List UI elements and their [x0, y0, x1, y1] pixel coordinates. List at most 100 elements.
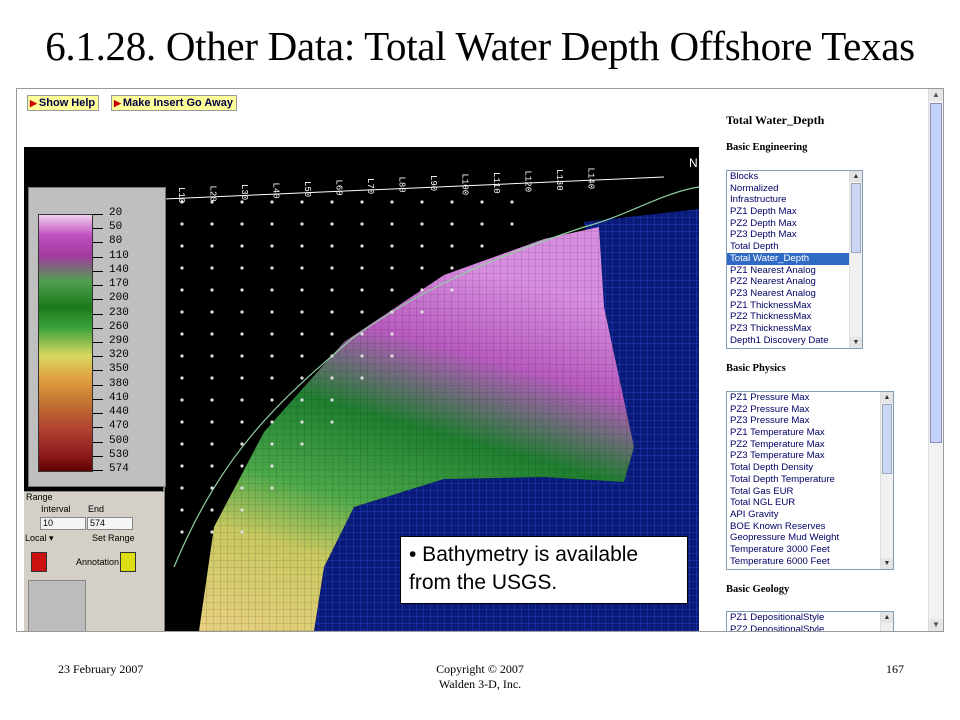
- set-range-button[interactable]: Set Range: [92, 533, 135, 543]
- scroll-thumb[interactable]: [851, 183, 861, 253]
- list-item[interactable]: PZ3 Nearest Analog: [727, 288, 849, 300]
- well-marker: [450, 200, 454, 204]
- list-item[interactable]: PZ2 DepositionalStyle: [727, 624, 880, 631]
- well-marker: [240, 464, 244, 468]
- show-help-button[interactable]: ▶ Show Help: [27, 95, 100, 111]
- list-item[interactable]: Temperature 3000 Feet: [727, 544, 880, 556]
- well-marker: [300, 354, 304, 358]
- well-marker: [240, 398, 244, 402]
- list-item[interactable]: Total Water_Depth: [727, 252, 849, 265]
- basic-geology-list[interactable]: PZ1 DepositionalStyle PZ2 DepositionalSty…: [726, 611, 894, 631]
- legend-label: 530: [109, 448, 129, 461]
- list-item[interactable]: PZ3 Pressure Max: [727, 415, 880, 427]
- well-marker: [300, 398, 304, 402]
- list-item[interactable]: PZ2 Pressure Max: [727, 404, 880, 416]
- scroll-down-icon[interactable]: ▼: [881, 558, 893, 569]
- well-marker: [330, 200, 334, 204]
- legend-label: 500: [109, 434, 129, 447]
- basic-engineering-heading: Basic Engineering: [726, 142, 808, 153]
- basic-physics-heading: Basic Physics: [726, 363, 786, 374]
- well-marker: [270, 420, 274, 424]
- list-item[interactable]: Total NGL EUR: [727, 497, 880, 509]
- list-item[interactable]: Total Depth Temperature: [727, 474, 880, 486]
- local-dropdown[interactable]: Local ▾: [25, 533, 54, 544]
- interval-input[interactable]: 10: [40, 517, 86, 530]
- list-item[interactable]: Infrastructure: [727, 194, 849, 206]
- list-item[interactable]: PZ3 Temperature Max: [727, 450, 880, 462]
- list-item[interactable]: Geopressure Mud Weight: [727, 532, 880, 544]
- column-label: L50: [302, 181, 312, 197]
- bathymetry-note: • Bathymetry is available from the USGS.: [400, 536, 688, 604]
- well-marker: [240, 376, 244, 380]
- well-marker: [510, 200, 514, 204]
- list-item[interactable]: PZ1 Pressure Max: [727, 392, 880, 404]
- end-input[interactable]: 574: [87, 517, 133, 530]
- list-item[interactable]: PZ3 ThicknessMax: [727, 323, 849, 335]
- scroll-up-icon[interactable]: ▲: [850, 171, 862, 182]
- well-marker: [240, 244, 244, 248]
- list-item[interactable]: PZ2 Nearest Analog: [727, 276, 849, 288]
- list-item[interactable]: PZ2 Temperature Max: [727, 439, 880, 451]
- list-item[interactable]: Total Depth Density: [727, 462, 880, 474]
- well-marker: [330, 222, 334, 226]
- scroll-up-icon[interactable]: ▲: [881, 392, 893, 403]
- make-insert-go-away-button[interactable]: ▶ Make Insert Go Away: [111, 95, 237, 111]
- window-scrollbar[interactable]: ▲ ▼: [928, 89, 943, 631]
- scroll-up-icon[interactable]: ▲: [881, 612, 893, 623]
- legend-tick: [93, 285, 103, 287]
- column-label: L90: [428, 175, 438, 191]
- column-label: L80: [397, 177, 407, 193]
- well-marker: [360, 332, 364, 336]
- list-item[interactable]: PZ2 ThicknessMax: [727, 311, 849, 323]
- local-color-swatch[interactable]: [31, 552, 47, 572]
- legend-tick: [93, 370, 103, 372]
- scroll-down-icon[interactable]: ▼: [850, 337, 862, 348]
- well-marker: [420, 200, 424, 204]
- list-item[interactable]: Normalized: [727, 183, 849, 195]
- list-item[interactable]: PZ1 ThicknessMax: [727, 300, 849, 312]
- list-item[interactable]: BOE Known Reserves: [727, 521, 880, 533]
- list-item[interactable]: API Gravity: [727, 509, 880, 521]
- scroll-thumb[interactable]: [930, 103, 942, 443]
- list-item[interactable]: Depth1 Discovery Date: [727, 335, 849, 347]
- well-marker: [300, 222, 304, 226]
- well-marker: [210, 486, 214, 490]
- list-item[interactable]: PZ3 Depth Max: [727, 229, 849, 241]
- well-marker: [300, 200, 304, 204]
- well-marker: [270, 354, 274, 358]
- scroll-up-icon[interactable]: ▲: [929, 89, 943, 101]
- scroll-down-icon[interactable]: ▼: [929, 619, 943, 631]
- well-marker: [330, 376, 334, 380]
- column-label: L140: [586, 168, 596, 190]
- well-marker: [210, 266, 214, 270]
- legend-label: 410: [109, 391, 129, 404]
- column-label: L120: [523, 171, 533, 193]
- list-item[interactable]: Temperature 6000 Feet: [727, 556, 880, 568]
- legend-tick: [93, 427, 103, 429]
- well-marker: [240, 486, 244, 490]
- basic-physics-list[interactable]: PZ1 Pressure Max PZ2 Pressure Max PZ3 Pres…: [726, 391, 894, 570]
- list-item[interactable]: Blocks: [727, 171, 849, 183]
- well-marker: [240, 442, 244, 446]
- well-marker: [180, 464, 184, 468]
- legend-label: 350: [109, 363, 129, 376]
- list-item[interactable]: PZ1 DepositionalStyle: [727, 612, 880, 624]
- legend-tick: [93, 413, 103, 415]
- list-scrollbar[interactable]: ▲: [880, 612, 893, 631]
- list-item[interactable]: PZ2 Depth Max: [727, 218, 849, 230]
- well-marker: [390, 222, 394, 226]
- list-item[interactable]: Total Depth: [727, 241, 849, 253]
- list-item[interactable]: PZ1 Nearest Analog: [727, 265, 849, 277]
- well-marker: [240, 332, 244, 336]
- note-line-1: • Bathymetry is available: [409, 543, 639, 566]
- basic-engineering-list[interactable]: Blocks Normalized Infrastructure PZ1 Depth …: [726, 170, 863, 349]
- well-marker: [390, 332, 394, 336]
- scroll-thumb[interactable]: [882, 404, 892, 474]
- list-item[interactable]: Total Gas EUR: [727, 486, 880, 498]
- list-item[interactable]: PZ1 Depth Max: [727, 206, 849, 218]
- well-marker: [330, 354, 334, 358]
- list-scrollbar[interactable]: ▲ ▼: [880, 392, 893, 569]
- annotation-color-swatch[interactable]: [120, 552, 136, 572]
- list-item[interactable]: PZ1 Temperature Max: [727, 427, 880, 439]
- list-scrollbar[interactable]: ▲ ▼: [849, 171, 862, 348]
